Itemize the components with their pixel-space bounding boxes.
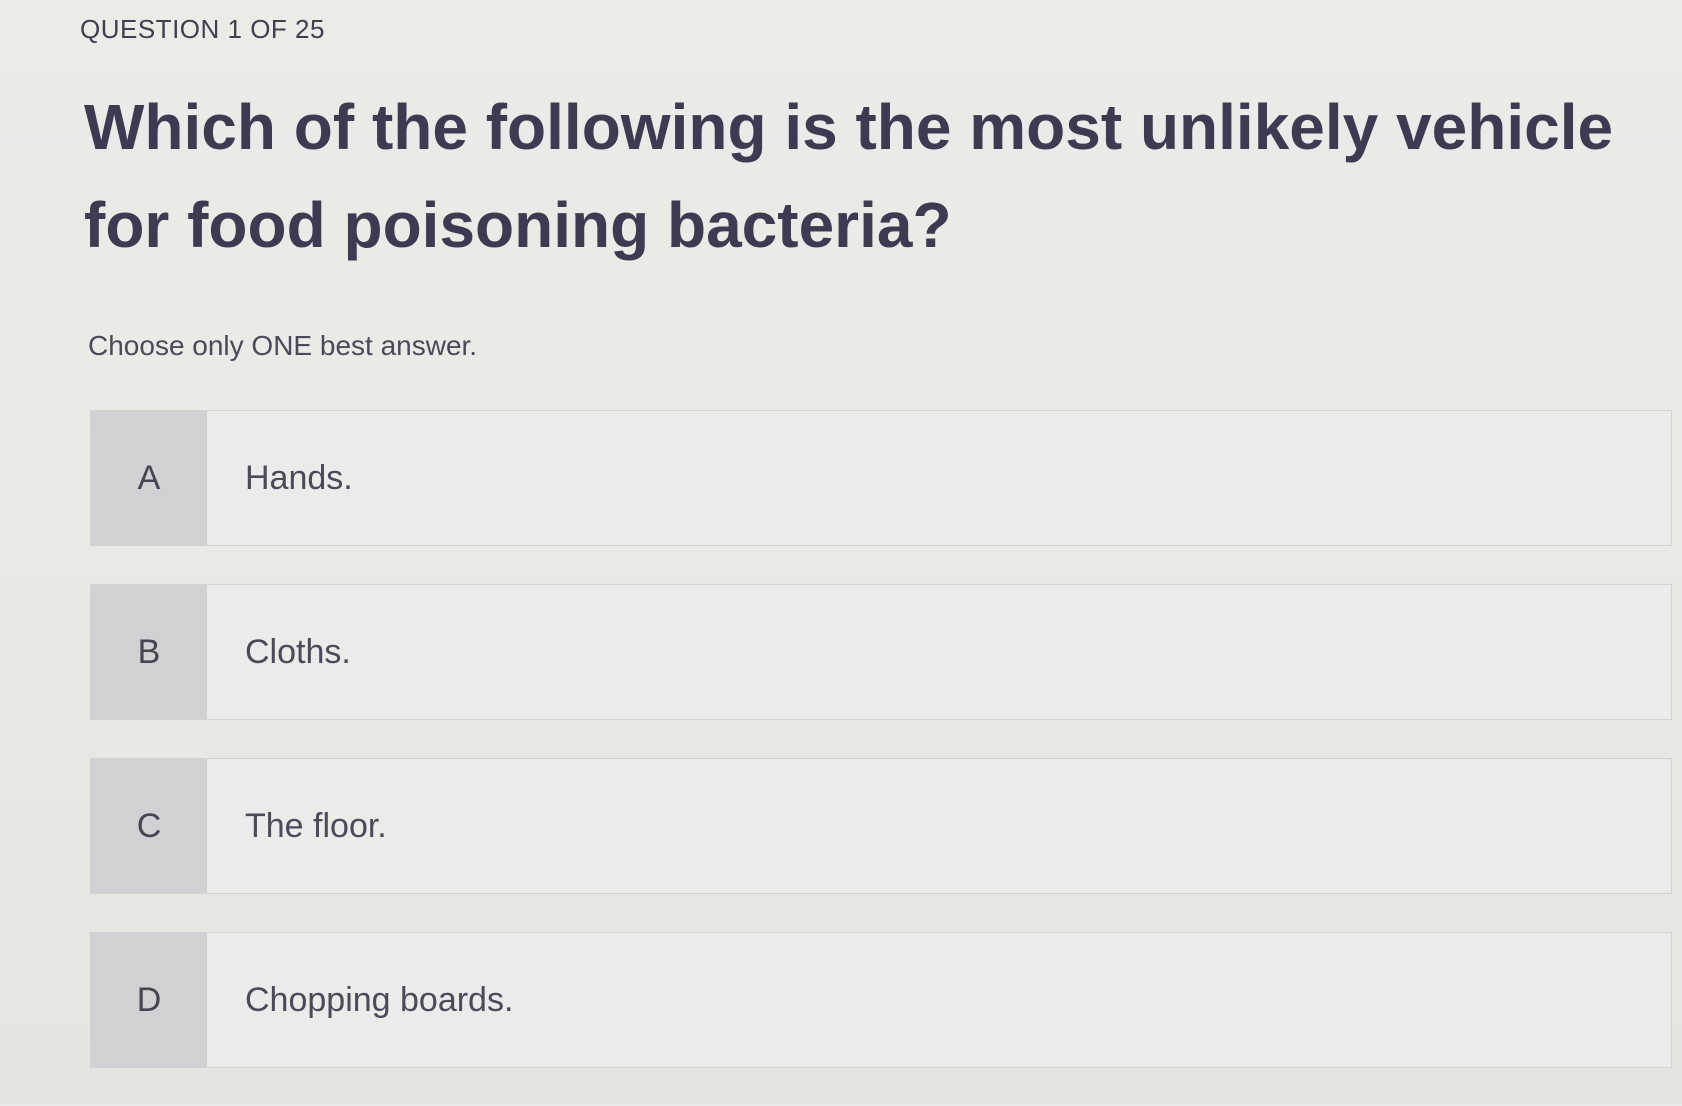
question-text: Which of the following is the most unlik… bbox=[84, 91, 1614, 261]
option-text: Chopping boards. bbox=[245, 980, 514, 1019]
option-letter: A bbox=[91, 411, 207, 545]
option-text: The floor. bbox=[245, 806, 387, 845]
option-letter: B bbox=[91, 585, 207, 719]
option-c[interactable]: C The floor. bbox=[90, 758, 1672, 894]
option-letter: C bbox=[91, 759, 207, 893]
answer-options: A Hands. B Cloths. C The floor. D Choppi… bbox=[90, 410, 1672, 1106]
option-b[interactable]: B Cloths. bbox=[90, 584, 1672, 720]
option-text: Cloths. bbox=[245, 632, 351, 671]
option-text: Hands. bbox=[245, 458, 353, 497]
question-counter: QUESTION 1 OF 25 bbox=[80, 14, 325, 44]
option-letter: D bbox=[91, 933, 207, 1067]
answer-instruction: Choose only ONE best answer. bbox=[88, 330, 478, 361]
option-a[interactable]: A Hands. bbox=[90, 410, 1672, 546]
option-d[interactable]: D Chopping boards. bbox=[90, 932, 1672, 1068]
quiz-screen: QUESTION 1 OF 25 Which of the following … bbox=[0, 0, 1682, 1104]
